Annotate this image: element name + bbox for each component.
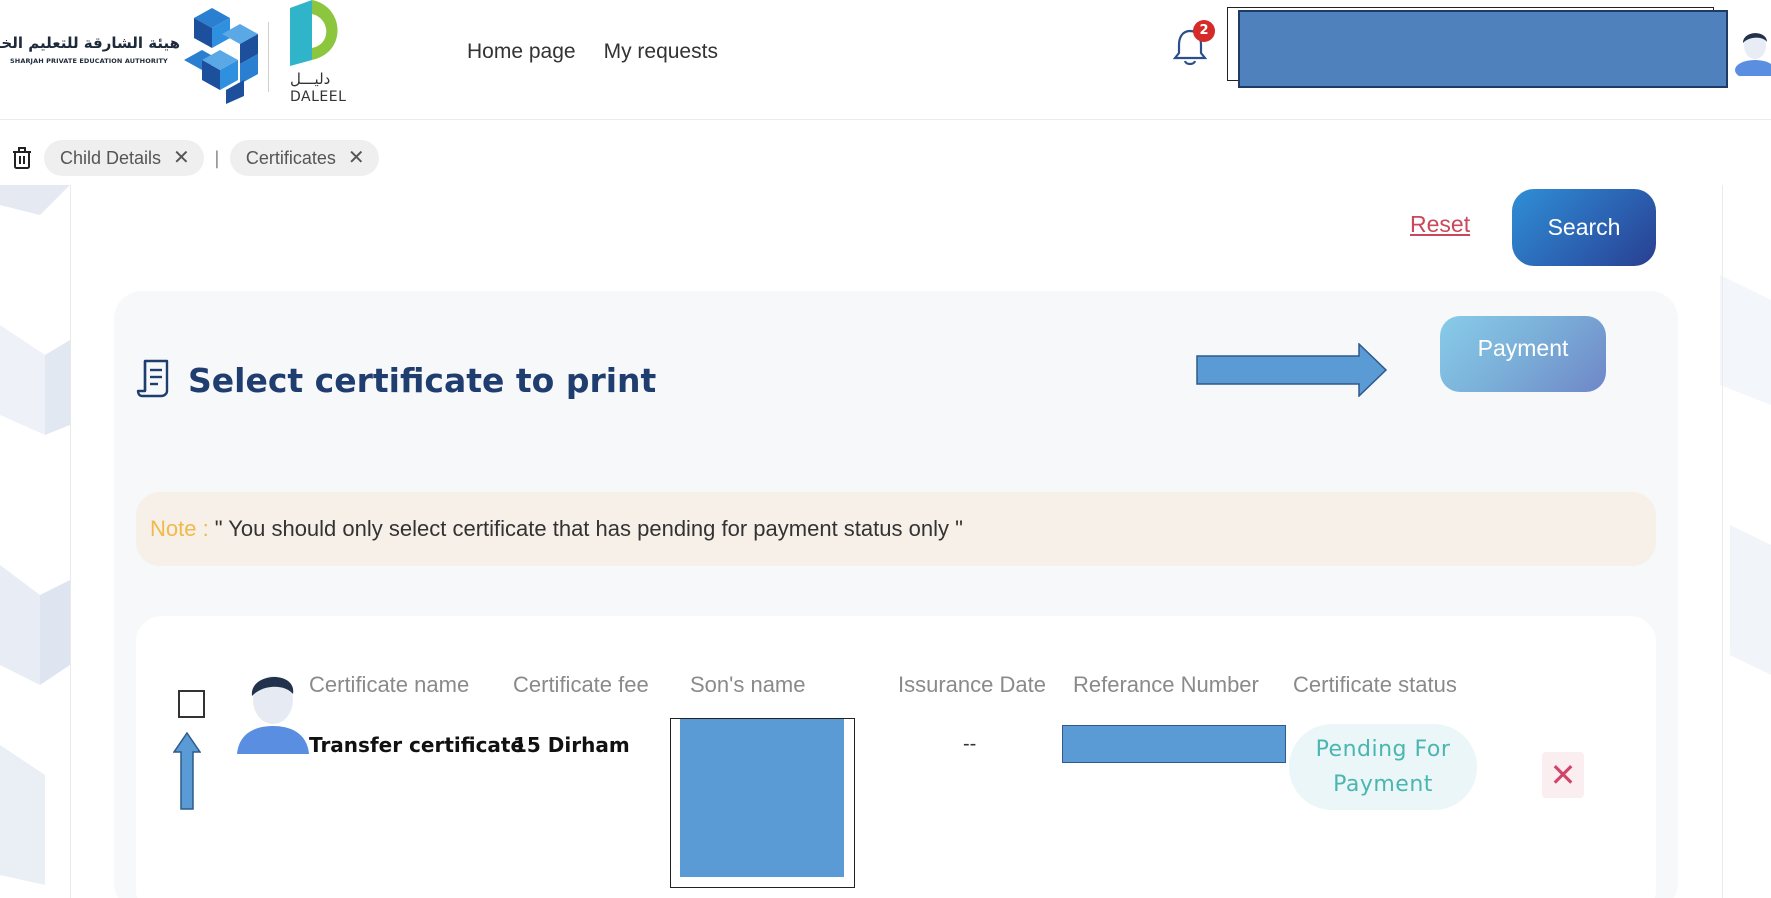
panel-title: Select certificate to print <box>136 358 656 402</box>
notification-badge: 2 <box>1193 20 1215 42</box>
arrow-up-icon <box>173 732 201 810</box>
avatar <box>235 666 311 756</box>
cell-certificate-name: Transfer certificate <box>309 733 525 757</box>
daleel-name-ar: دليـــل <box>290 70 331 88</box>
spea-logo-text: هيئة الشارقة للتعليم الخاص SHARJAH PRIVA… <box>0 34 180 65</box>
col-header-certificate-name: Certificate name <box>309 672 470 697</box>
arrow-right-icon <box>1196 343 1388 397</box>
user-info-redacted <box>1238 10 1728 88</box>
spea-name-en: SHARJAH PRIVATE EDUCATION AUTHORITY <box>10 57 168 65</box>
certificate-doc-icon <box>136 358 172 402</box>
cell-certificate-fee: 15 Dirham <box>513 733 630 757</box>
page-title: Select certificate to print <box>188 360 657 400</box>
reference-number-redacted <box>1062 725 1286 763</box>
daleel-logo-icon <box>282 0 352 76</box>
cell-issuance-date: -- <box>963 733 977 755</box>
background-pattern-left <box>0 185 70 885</box>
note-text: " You should only select certificate tha… <box>214 516 963 541</box>
sons-name-redacted <box>680 719 844 877</box>
tab-child-details[interactable]: Child Details ✕ <box>44 140 204 176</box>
logo-divider <box>268 22 269 92</box>
open-tabs-strip: Child Details ✕ | Certificates ✕ <box>0 138 379 178</box>
col-header-issuance-date: Issurance Date <box>898 672 1046 697</box>
payment-note: Note : " You should only select certific… <box>136 492 1656 566</box>
status-badge: Pending For Payment <box>1289 724 1477 810</box>
tab-separator: | <box>213 147 220 169</box>
app-header: هيئة الشارقة للتعليم الخاص SHARJAH PRIVA… <box>0 0 1771 120</box>
note-label: Note : <box>150 516 209 541</box>
daleel-name-en: DALEEL <box>290 89 347 105</box>
avatar-icon[interactable] <box>1735 26 1771 76</box>
close-icon[interactable]: ✕ <box>173 148 190 168</box>
background-pattern-right <box>1720 275 1771 675</box>
nav-home-page[interactable]: Home page <box>467 40 576 64</box>
layout-guide-left <box>70 185 71 898</box>
spea-logo-icon <box>182 6 264 108</box>
trash-icon[interactable] <box>0 138 44 178</box>
tab-certificates-label: Certificates <box>245 147 336 168</box>
payment-button[interactable]: Payment <box>1440 316 1606 392</box>
tab-certificates[interactable]: Certificates ✕ <box>229 140 379 176</box>
nav-my-requests[interactable]: My requests <box>604 40 718 64</box>
layout-guide-right <box>1722 185 1723 898</box>
col-header-sons-name: Son's name <box>690 672 806 697</box>
col-header-certificate-fee: Certificate fee <box>513 672 649 697</box>
col-header-certificate-status: Certificate status <box>1293 672 1457 697</box>
col-header-reference-number: Referance Number <box>1073 672 1259 697</box>
row-select-checkbox[interactable] <box>178 690 205 718</box>
remove-row-button[interactable]: ✕ <box>1542 752 1584 798</box>
search-button[interactable]: Search <box>1512 189 1656 266</box>
main-nav: Home page My requests <box>467 40 718 64</box>
close-icon[interactable]: ✕ <box>348 148 365 168</box>
spea-name-ar: هيئة الشارقة للتعليم الخاص <box>0 34 180 52</box>
tab-child-details-label: Child Details <box>60 147 162 168</box>
reset-link[interactable]: Reset <box>1410 211 1470 238</box>
